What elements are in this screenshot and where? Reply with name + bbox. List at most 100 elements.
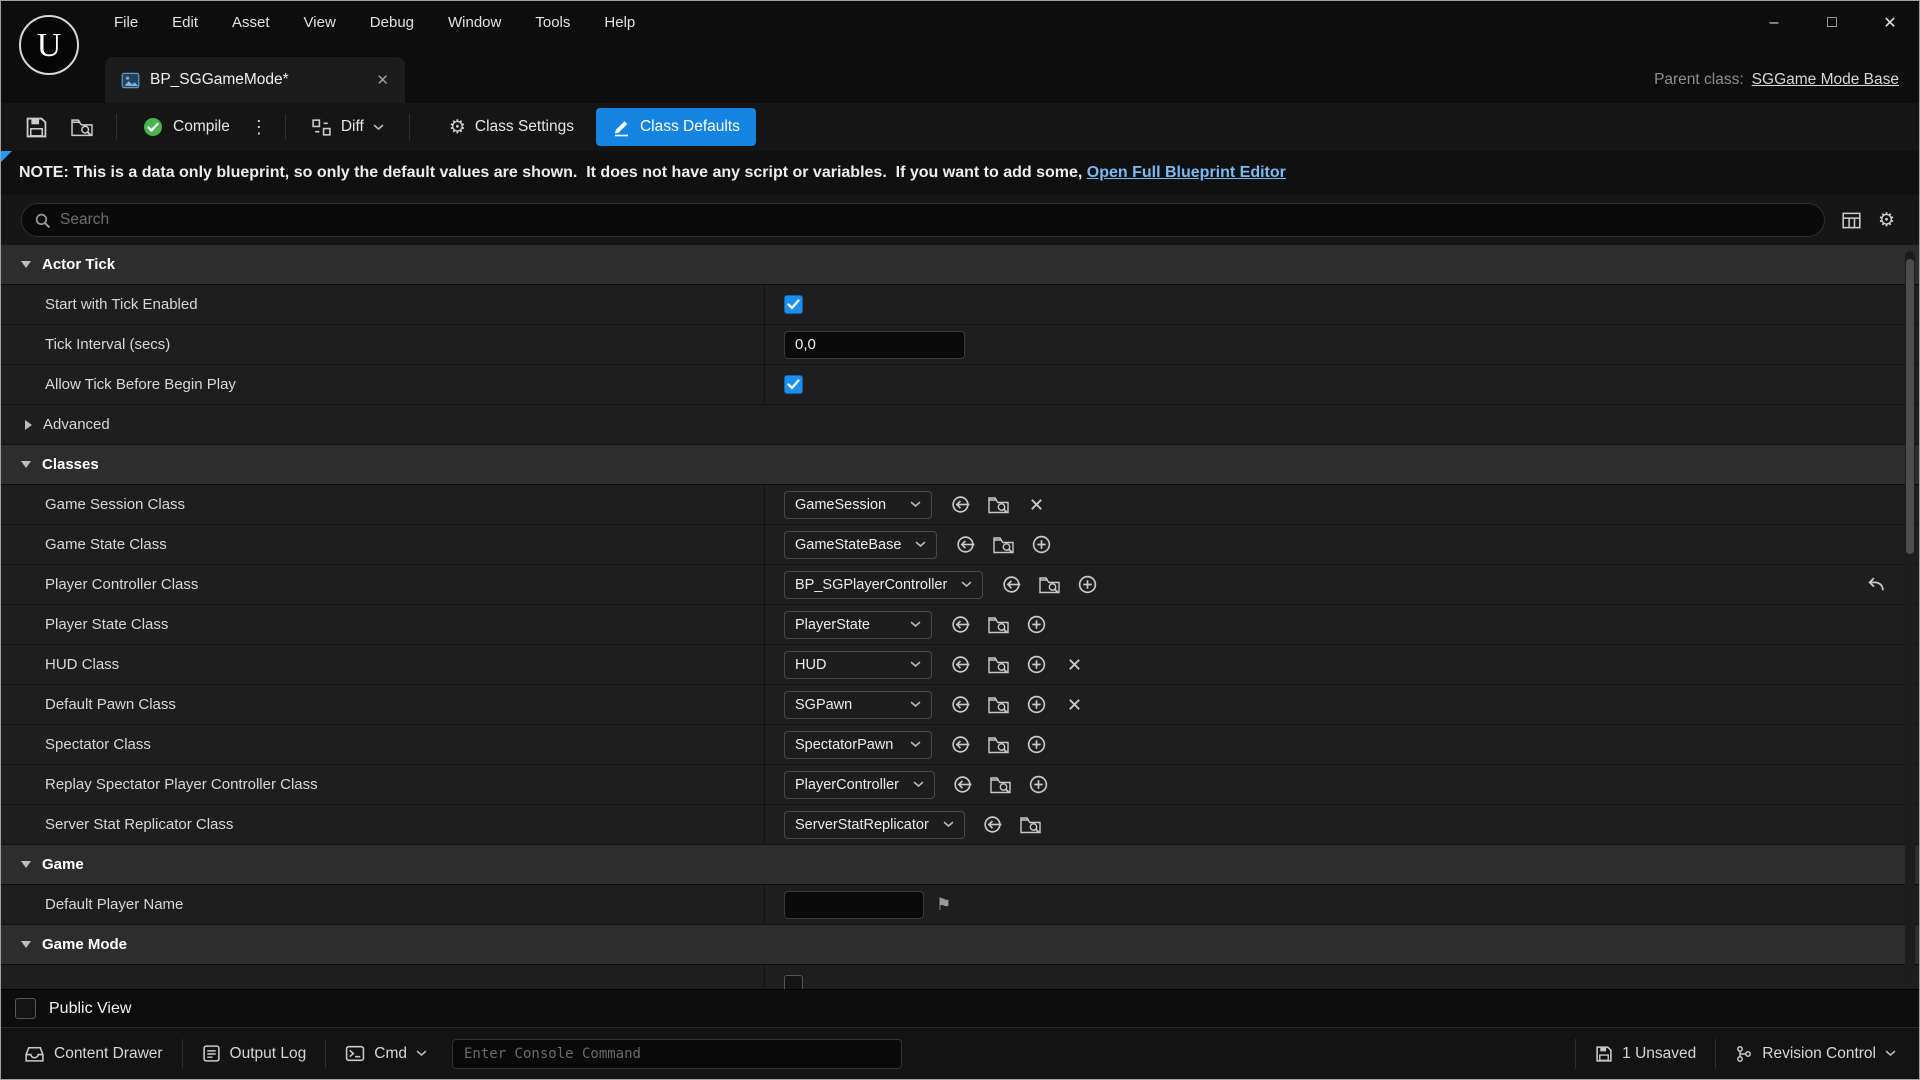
default-player-name-input[interactable] (784, 890, 924, 919)
close-icon[interactable]: ✕ (1861, 1, 1919, 45)
content-drawer-button[interactable]: Content Drawer (11, 1035, 176, 1073)
browse-icon[interactable] (984, 651, 1012, 679)
toolbar-separator (408, 114, 410, 140)
display-filter-table-icon[interactable] (1842, 211, 1861, 230)
diff-label: Diff (340, 118, 364, 135)
use-selected-icon[interactable] (946, 691, 974, 719)
public-view-checkbox[interactable] (15, 998, 36, 1019)
chevron-down-icon (416, 1050, 427, 1057)
tab-title: BP_SGGameMode* (150, 71, 289, 88)
chevron-down-icon (910, 661, 921, 668)
section-header-game[interactable]: Game (1, 845, 1919, 885)
property-label: Game State Class (1, 525, 765, 564)
browse-icon[interactable] (1035, 571, 1063, 599)
flag-icon[interactable]: ⚑ (936, 896, 951, 913)
section-header-classes[interactable]: Classes (1, 445, 1919, 485)
diff-button[interactable]: Diff (299, 108, 396, 146)
plus-icon[interactable] (1025, 771, 1053, 799)
maximize-icon[interactable]: □ (1803, 1, 1861, 45)
class-action-icons (979, 811, 1045, 839)
game-state-class-dropdown[interactable]: GameStateBase (784, 530, 938, 559)
menu-window[interactable]: Window (431, 1, 518, 45)
browse-icon[interactable] (987, 771, 1015, 799)
revision-control-button[interactable]: Revision Control (1722, 1035, 1909, 1073)
player-state-class-dropdown[interactable]: PlayerState (784, 610, 932, 639)
browse-icon[interactable] (984, 611, 1012, 639)
menu-debug[interactable]: Debug (353, 1, 431, 45)
menu-edit[interactable]: Edit (155, 1, 215, 45)
class-action-icons (946, 731, 1050, 759)
cmd-dropdown-button[interactable]: Cmd (332, 1035, 440, 1073)
game-session-class-dropdown[interactable]: GameSession (784, 490, 932, 519)
plus-icon[interactable] (1022, 691, 1050, 719)
item-checkbox[interactable] (784, 975, 803, 989)
minimize-icon[interactable]: – (1745, 1, 1803, 45)
class-defaults-button[interactable]: Class Defaults (595, 108, 756, 146)
output-log-button[interactable]: Output Log (189, 1035, 320, 1073)
replay-spectator-player-controller-class-dropdown[interactable]: PlayerController (784, 770, 935, 799)
menu-tools[interactable]: Tools (518, 1, 587, 45)
plus-icon[interactable] (1073, 571, 1101, 599)
menu-file[interactable]: File (97, 1, 155, 45)
selected-class-value: SpectatorPawn (795, 736, 894, 753)
clear-icon[interactable] (1060, 691, 1088, 719)
console-command-input[interactable]: Enter Console Command (451, 1038, 902, 1069)
property-value: HUD (765, 645, 1919, 684)
save-button[interactable] (15, 108, 57, 146)
open-full-blueprint-editor-link[interactable]: Open Full Blueprint Editor (1087, 164, 1286, 182)
use-selected-icon[interactable] (946, 611, 974, 639)
use-selected-icon[interactable] (997, 571, 1025, 599)
section-header-game-mode[interactable]: Game Mode (1, 925, 1919, 965)
plus-icon[interactable] (1027, 531, 1055, 559)
class-settings-button[interactable]: ⚙ Class Settings (437, 108, 586, 146)
unsaved-assets-button[interactable]: 1 Unsaved (1582, 1035, 1709, 1073)
tab-bp-sggamemode[interactable]: BP_SGGameMode* ✕ (105, 57, 405, 103)
browse-icon[interactable] (984, 691, 1012, 719)
scrollbar[interactable] (1905, 251, 1915, 983)
spectator-class-dropdown[interactable]: SpectatorPawn (784, 730, 932, 759)
scrollbar-thumb[interactable] (1906, 259, 1914, 554)
use-selected-icon[interactable] (946, 651, 974, 679)
category-advanced[interactable]: Advanced (1, 405, 1919, 445)
details-settings-gear-icon[interactable]: ⚙ (1878, 211, 1895, 230)
server-stat-replicator-class-dropdown[interactable]: ServerStatReplicator (784, 810, 965, 839)
default-pawn-class-dropdown[interactable]: SGPawn (784, 690, 932, 719)
property-value: ServerStatReplicator (765, 805, 1919, 844)
plus-icon[interactable] (1022, 651, 1050, 679)
asset-toolbar: Compile ⋮ Diff ⚙ Class Settings Class De… (1, 103, 1919, 151)
unreal-engine-logo-icon[interactable]: U (17, 13, 81, 77)
menu-asset[interactable]: Asset (215, 1, 287, 45)
menu-help[interactable]: Help (587, 1, 652, 45)
parent-class-link[interactable]: SGGame Mode Base (1752, 71, 1899, 88)
use-selected-icon[interactable] (949, 771, 977, 799)
tab-close-icon[interactable]: ✕ (376, 71, 389, 89)
search-placeholder: Search (60, 211, 110, 228)
browse-to-asset-button[interactable] (61, 108, 103, 146)
use-selected-icon[interactable] (946, 731, 974, 759)
compile-button[interactable]: Compile (130, 108, 242, 146)
pencil-icon (612, 118, 631, 137)
use-selected-icon[interactable] (979, 811, 1007, 839)
start-with-tick-enabled-checkbox[interactable] (784, 295, 803, 314)
allow-tick-before-begin-play-checkbox[interactable] (784, 375, 803, 394)
section-header-actor-tick[interactable]: Actor Tick (1, 245, 1919, 285)
tick-interval-secs-input[interactable]: 0,0 (784, 330, 965, 359)
plus-icon[interactable] (1022, 731, 1050, 759)
revert-to-default-icon[interactable] (1866, 576, 1885, 593)
clear-icon[interactable] (1022, 491, 1050, 519)
clear-icon[interactable] (1060, 651, 1088, 679)
use-selected-icon[interactable] (951, 531, 979, 559)
browse-icon[interactable] (989, 531, 1017, 559)
use-selected-icon[interactable] (946, 491, 974, 519)
chevron-down-icon (913, 781, 924, 788)
menu-view[interactable]: View (287, 1, 353, 45)
search-input[interactable]: Search (21, 203, 1825, 237)
browse-icon[interactable] (984, 491, 1012, 519)
player-controller-class-dropdown[interactable]: BP_SGPlayerController (784, 570, 984, 599)
compile-options-kebab-icon[interactable]: ⋮ (246, 108, 272, 146)
plus-icon[interactable] (1022, 611, 1050, 639)
browse-icon[interactable] (984, 731, 1012, 759)
public-view-label: Public View (49, 999, 132, 1017)
hud-class-dropdown[interactable]: HUD (784, 650, 932, 679)
browse-icon[interactable] (1017, 811, 1045, 839)
